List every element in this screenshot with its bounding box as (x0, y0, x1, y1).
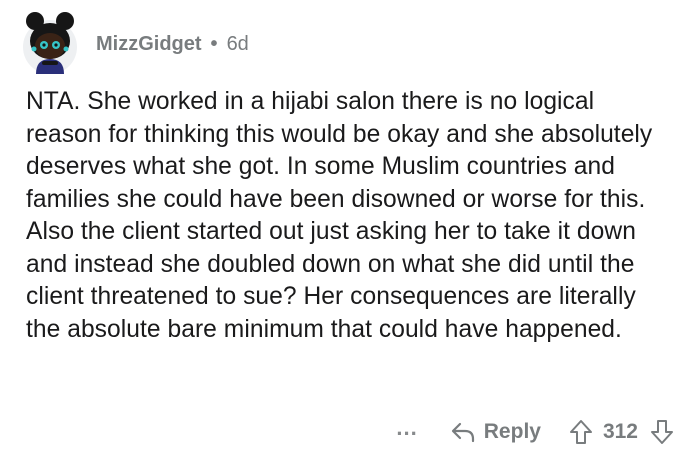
meta-separator: • (210, 32, 218, 55)
reply-label: Reply (483, 420, 541, 443)
comment: MizzGidget • 6d NTA. She worked in a hij… (0, 0, 700, 454)
downvote-arrow-icon[interactable] (650, 419, 674, 445)
comment-meta: MizzGidget • 6d (96, 33, 249, 56)
snoo-avatar-icon (23, 12, 77, 74)
vote-controls: 312 (569, 419, 674, 445)
avatar[interactable] (20, 11, 80, 75)
author-name[interactable]: MizzGidget (96, 33, 202, 56)
comment-actions: ... Reply 312 (396, 414, 674, 450)
reply-arrow-icon (451, 422, 474, 443)
reply-button[interactable]: Reply (450, 420, 541, 444)
comment-text: NTA. She worked in a hijabi salon there … (26, 88, 653, 343)
more-options-button[interactable]: ... (396, 415, 417, 441)
comment-header: MizzGidget • 6d (20, 8, 249, 78)
comment-body: NTA. She worked in a hijabi salon there … (26, 86, 676, 346)
vote-score: 312 (602, 420, 638, 443)
comment-age: 6d (226, 32, 249, 55)
upvote-arrow-icon[interactable] (569, 419, 593, 445)
